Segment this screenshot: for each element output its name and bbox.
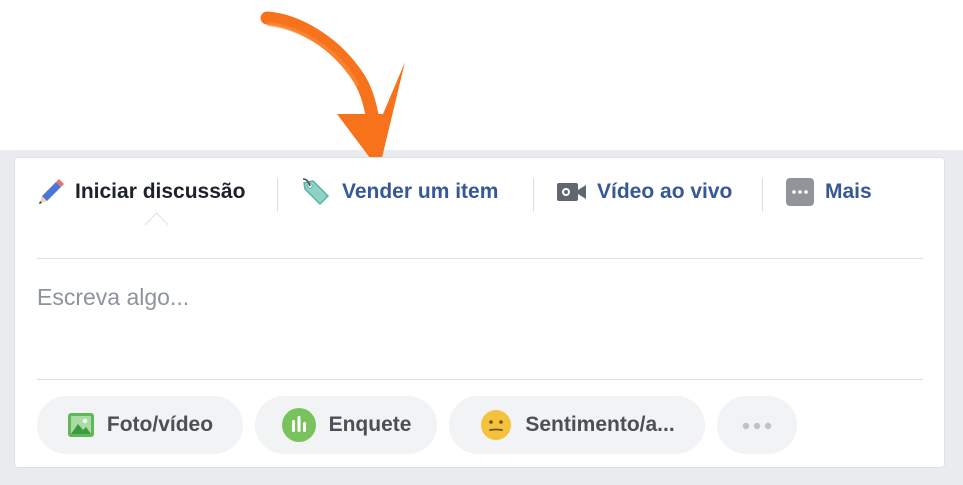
active-tab-indicator — [144, 212, 169, 237]
feeling-activity-button[interactable]: Sentimento/a... — [449, 396, 705, 454]
action-label: Enquete — [328, 413, 412, 436]
post-composer-input[interactable] — [37, 276, 917, 344]
tab-sell-item[interactable]: Vender um item — [300, 174, 498, 210]
action-label: Foto/vídeo — [106, 413, 214, 436]
tab-divider — [277, 178, 278, 212]
poll-button[interactable]: Enquete — [255, 396, 437, 454]
video-camera-icon — [556, 180, 587, 204]
action-label: Sentimento/a... — [525, 413, 675, 436]
more-options-button[interactable] — [717, 396, 797, 454]
tab-label: Iniciar discussão — [75, 180, 246, 203]
pencil-icon — [35, 177, 65, 207]
tab-label: Mais — [825, 180, 872, 203]
divider — [37, 258, 923, 259]
annotation-arrow-icon — [260, 11, 405, 170]
tab-divider — [533, 178, 534, 212]
poll-icon — [281, 407, 317, 443]
photo-icon — [67, 411, 95, 439]
composer-tabs: Iniciar discussão Vender um item Vídeo a… — [15, 158, 944, 258]
group-composer-card: Iniciar discussão Vender um item Vídeo a… — [14, 157, 945, 468]
tab-more[interactable]: Mais — [785, 174, 872, 210]
more-icon — [785, 177, 815, 207]
tab-divider — [762, 178, 763, 212]
ellipsis-icon — [740, 413, 774, 437]
tab-label: Vender um item — [342, 180, 499, 203]
smiley-icon — [479, 408, 513, 442]
price-tag-icon — [300, 176, 332, 208]
photo-video-button[interactable]: Foto/vídeo — [37, 396, 243, 454]
tab-start-discussion[interactable]: Iniciar discussão — [35, 174, 245, 210]
tab-label: Vídeo ao vivo — [597, 180, 733, 203]
tab-live-video[interactable]: Vídeo ao vivo — [556, 174, 732, 210]
divider — [37, 379, 923, 380]
